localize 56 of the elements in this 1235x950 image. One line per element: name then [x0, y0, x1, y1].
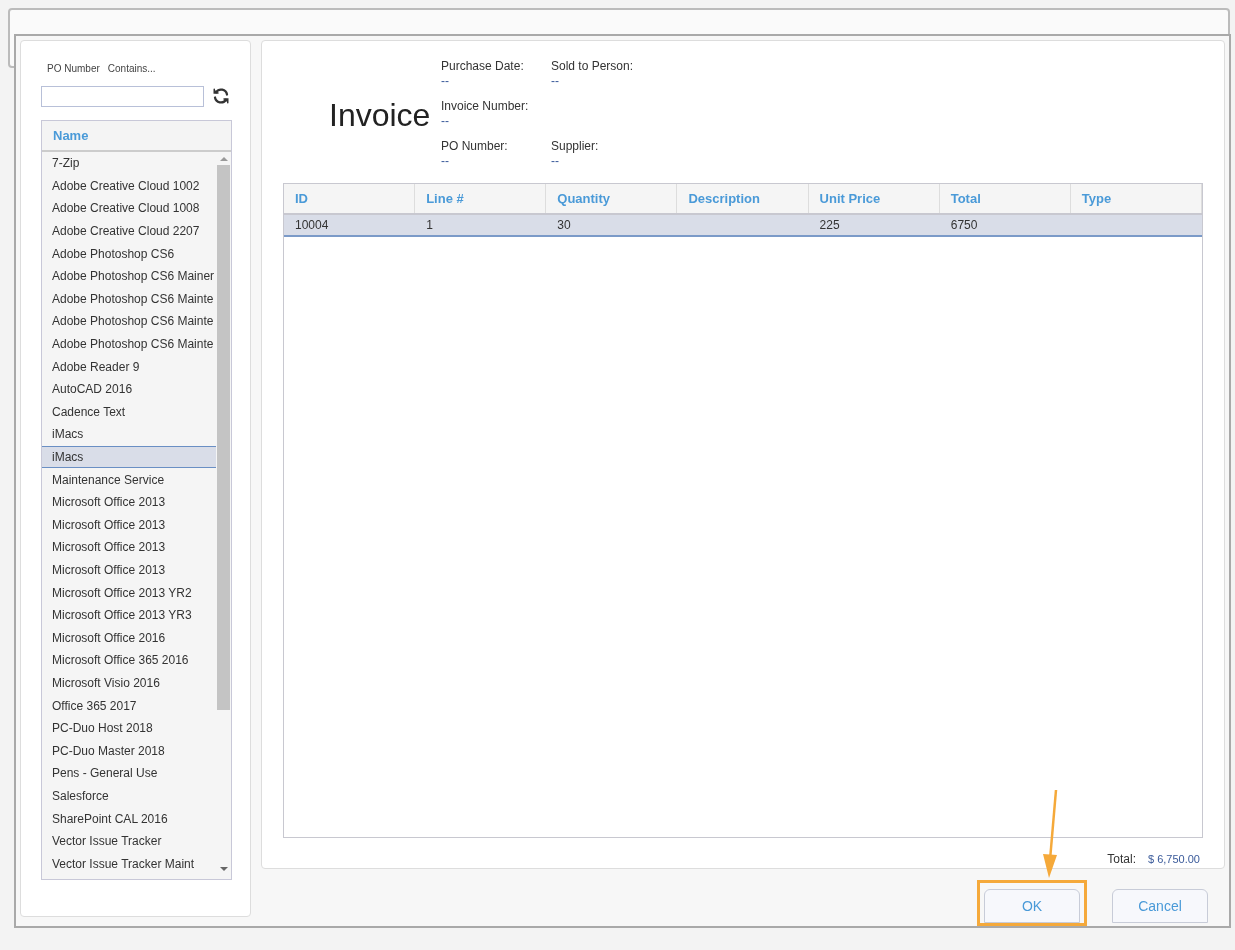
list-item[interactable]: Adobe Photoshop CS6 Mainer: [42, 264, 216, 288]
list-item[interactable]: Microsoft Office 2013 YR3: [42, 603, 216, 627]
list-item[interactable]: Adobe Photoshop CS6: [42, 242, 216, 265]
field-value: --: [441, 155, 450, 167]
list-item[interactable]: Salesforce: [42, 784, 216, 808]
list-item[interactable]: Adobe Creative Cloud 2207: [42, 219, 216, 243]
list-item[interactable]: Microsoft Office 2013 YR2: [42, 581, 216, 604]
invoice-title: Invoice: [329, 96, 432, 135]
list-item[interactable]: iMacs: [42, 423, 216, 446]
list-item[interactable]: Microsoft Office 2013: [42, 536, 216, 559]
list-item[interactable]: Maintenance Service: [42, 468, 216, 491]
field-label: Sold to Person:: [551, 58, 635, 75]
table-cell-text: 6750: [950, 217, 978, 234]
list-item[interactable]: Adobe Creative Cloud 1002: [42, 174, 216, 198]
list-item[interactable]: Adobe Reader 9: [42, 355, 216, 378]
list-item[interactable]: Microsoft Visio 2016: [42, 671, 216, 695]
list-item[interactable]: Adobe Creative Cloud 1008: [42, 197, 216, 220]
field-value: --: [441, 115, 450, 127]
total-value: $ 6,750.00: [1148, 851, 1200, 867]
field-value: --: [441, 75, 450, 87]
list-item[interactable]: Microsoft Office 2016: [42, 626, 216, 650]
table-cell-text: 30: [557, 217, 571, 234]
list-item[interactable]: Adobe Photoshop CS6 Mainte: [42, 287, 216, 311]
scroll-down-icon[interactable]: [219, 867, 228, 871]
list-item[interactable]: Pens - General Use: [42, 762, 216, 785]
list-item[interactable]: PC-Duo Master 2018: [42, 739, 216, 763]
list-item[interactable]: Adobe Photoshop CS6 Mainte: [42, 332, 216, 356]
list-item[interactable]: Vector Issue Tracker: [42, 829, 216, 853]
list-item[interactable]: iMacs: [42, 445, 216, 469]
list-item[interactable]: AutoCAD 2016: [42, 377, 216, 401]
list-item[interactable]: 7-Zip: [42, 152, 216, 175]
table-cell-text: 10004: [295, 217, 329, 234]
field-label: Purchase Date:: [441, 58, 525, 75]
list-item[interactable]: Office 365 2017: [42, 694, 216, 717]
total-label: Total:: [1107, 851, 1136, 868]
field-value: --: [551, 75, 560, 87]
table-cell-text: 225: [819, 217, 840, 234]
list-item[interactable]: Adobe Photoshop CS6 Mainte: [42, 310, 216, 333]
filter-field-label: PO Number: [47, 62, 100, 76]
list-item[interactable]: Vector Issue Tracker Maint: [42, 852, 216, 875]
filter-operator-label: Contains...: [107, 62, 156, 76]
field-label: PO Number:: [441, 138, 509, 155]
list-item[interactable]: Cadence Text: [42, 400, 216, 424]
search-field[interactable]: [41, 85, 204, 107]
scroll-up-icon[interactable]: [219, 157, 228, 161]
field-label: Supplier:: [551, 138, 600, 155]
list-item[interactable]: Microsoft Office 2013: [42, 513, 216, 537]
table-cell-text: 1: [426, 217, 433, 234]
table-row[interactable]: 10004 1 30 225 6750: [284, 215, 1202, 237]
list-item[interactable]: PC-Duo Host 2018: [42, 716, 216, 740]
list-item[interactable]: Microsoft Office 2013: [42, 490, 216, 514]
list-item[interactable]: Microsoft Office 365 2016: [42, 649, 216, 672]
field-label: Invoice Number:: [441, 98, 530, 115]
field-value: --: [551, 155, 560, 167]
list-item[interactable]: Microsoft Office 2013: [42, 558, 216, 582]
list-item[interactable]: SharePoint CAL 2016: [42, 807, 216, 830]
